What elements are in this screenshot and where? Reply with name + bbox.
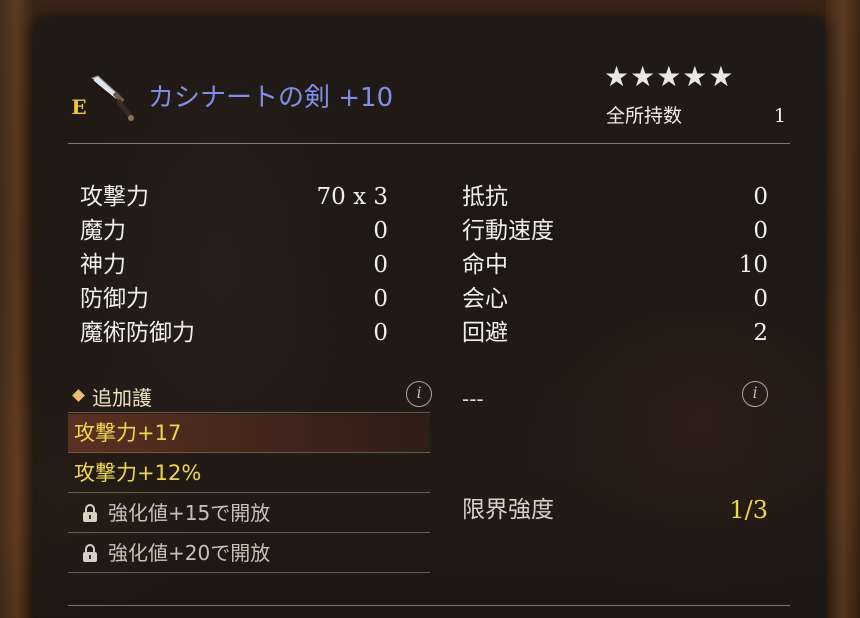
stat-value-resist: 0 <box>753 184 768 210</box>
enhancement-separator <box>68 572 430 573</box>
rarity-stars: ★★★★★ <box>604 60 735 93</box>
stat-value-attack: 70 x 3 <box>316 184 389 210</box>
enhancement-text: 攻撃力+12% <box>74 461 202 485</box>
enhancement-locked-text: 強化値+15で開放 <box>108 501 271 525</box>
stat-label-accuracy: 命中 <box>462 252 508 278</box>
owned-count-label: 全所持数 <box>606 105 683 127</box>
stat-label-attack: 攻撃力 <box>80 184 149 210</box>
stat-label-defense: 防御力 <box>80 286 149 312</box>
stat-value-critical: 0 <box>753 286 768 312</box>
stat-value-accuracy: 10 <box>738 252 768 278</box>
stat-label-critical: 会心 <box>462 286 508 312</box>
owned-count-value: 1 <box>773 105 786 127</box>
limit-strength-value: 1/3 <box>729 496 768 524</box>
item-name: カシナートの剣 +10 <box>148 83 394 113</box>
enhancement-row-locked[interactable]: 強化値+20で開放 <box>68 534 430 572</box>
background-wall-right <box>826 0 860 618</box>
footer-divider <box>68 605 790 606</box>
sword-icon <box>86 72 138 124</box>
stat-value-magic: 0 <box>373 218 388 244</box>
enhancement-separator <box>68 412 430 413</box>
stat-label-resist: 抵抗 <box>462 184 508 210</box>
stat-label-divine: 神力 <box>80 252 126 278</box>
enhancement-separator <box>68 492 430 493</box>
enhancement-text: 攻撃力+17 <box>74 421 182 445</box>
enhancement-row[interactable]: 攻撃力+17 <box>68 414 430 452</box>
stat-label-evasion: 回避 <box>462 320 508 346</box>
lock-icon <box>82 503 98 523</box>
stat-label-magic-defense: 魔術防御力 <box>80 320 195 346</box>
enhancement-locked-text: 強化値+20で開放 <box>108 541 271 565</box>
info-icon-right[interactable]: i <box>742 381 768 407</box>
extra-protection-title: 追加護 <box>92 386 152 410</box>
stat-value-magic-defense: 0 <box>373 320 388 346</box>
extra-protection-value: --- <box>462 387 484 411</box>
header-divider <box>68 143 790 144</box>
stat-value-action-speed: 0 <box>753 218 768 244</box>
game-scene: E カシナートの剣 +10 ★★★★★ 全所持数 1 攻撃力 70 x 3 魔力… <box>0 0 860 618</box>
lock-icon <box>82 543 98 563</box>
stat-value-evasion: 2 <box>753 320 768 346</box>
enhancement-separator <box>68 532 430 533</box>
background-wall-left <box>0 0 34 618</box>
enhancement-separator <box>68 452 430 453</box>
enhancement-row[interactable]: 攻撃力+12% <box>68 454 430 492</box>
stat-value-divine: 0 <box>373 252 388 278</box>
info-icon[interactable]: i <box>406 381 432 407</box>
stat-value-defense: 0 <box>373 286 388 312</box>
stat-label-magic: 魔力 <box>80 218 126 244</box>
enhancement-row-locked[interactable]: 強化値+15で開放 <box>68 494 430 532</box>
stat-label-action-speed: 行動速度 <box>462 218 554 244</box>
limit-strength-label: 限界強度 <box>462 497 554 523</box>
